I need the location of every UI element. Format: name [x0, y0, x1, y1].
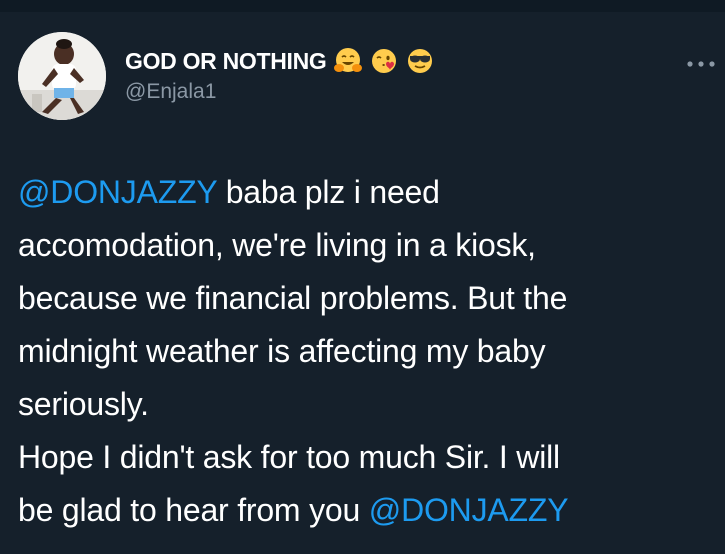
top-edge [0, 0, 725, 12]
mention-link[interactable]: @DONJAZZY [369, 492, 569, 528]
tweet-line: @DONJAZZY baba plz i need [18, 166, 718, 219]
user-handle[interactable]: @Enjala1 [125, 80, 216, 104]
sunglasses-face-emoji-icon [405, 46, 435, 76]
face-blowing-kiss-emoji-icon [369, 46, 399, 76]
name-row: GOD OR NOTHING [125, 43, 435, 79]
mention-link[interactable]: @DONJAZZY [18, 174, 217, 210]
display-name[interactable]: GOD OR NOTHING [125, 48, 327, 75]
hugging-face-emoji-icon [333, 46, 363, 76]
avatar[interactable] [18, 32, 106, 120]
tweet-line: be glad to hear from you @DONJAZZY [18, 484, 718, 537]
tweet-line-text: be glad to hear from you [18, 492, 369, 528]
tweet-line: accomodation, we're living in a kiosk, [18, 227, 536, 263]
tweet-line: Hope I didn't ask for too much Sir. I wi… [18, 439, 560, 475]
tweet-card: GOD OR NOTHING @Enjala1 @DONJAZZY baba p… [0, 0, 725, 554]
tweet-line-text: baba plz i need [217, 174, 440, 210]
tweet-line: midnight weather is affecting my baby [18, 333, 546, 369]
tweet-text: @DONJAZZY baba plz i need accomodation, … [18, 166, 718, 537]
more-dots-icon[interactable] [683, 55, 719, 73]
tweet-line: seriously. [18, 386, 149, 422]
tweet-line: because we financial problems. But the [18, 280, 568, 316]
